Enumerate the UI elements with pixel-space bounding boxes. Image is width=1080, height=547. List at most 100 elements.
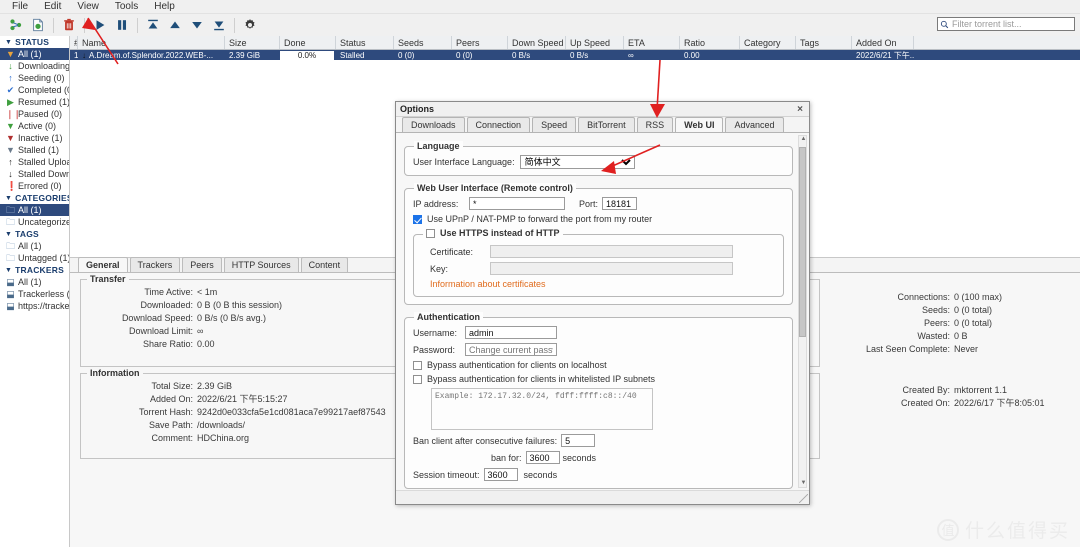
resize-grip-icon[interactable]: [799, 494, 808, 503]
sidebar-item-tag-all[interactable]: 🗀 All (1): [0, 240, 69, 252]
watermark-text: 什么值得买: [964, 521, 1070, 542]
sidebar-item-status-all[interactable]: ▼ All (1): [0, 48, 69, 60]
pause-button[interactable]: [111, 15, 133, 35]
tab-advanced[interactable]: Advanced: [725, 117, 784, 132]
table-row[interactable]: 1 ↓ A.Dream.of.Splendor.2022.WEB-... 2.3…: [70, 50, 1080, 60]
field-label: Time Active:: [144, 287, 193, 297]
column-header-done[interactable]: Done: [280, 36, 336, 49]
add-torrent-file-button[interactable]: [27, 15, 49, 35]
ban-failures-input[interactable]: [561, 434, 596, 447]
tab-trackers[interactable]: Trackers: [129, 257, 181, 272]
sidebar-item-tracker-all[interactable]: ⬓ All (1): [0, 276, 69, 288]
menu-item-view[interactable]: View: [69, 0, 107, 14]
sidebar-item-status-paused[interactable]: ❙❙ Paused (0): [0, 108, 69, 120]
sidebar-group-tags[interactable]: ▼ TAGS: [0, 228, 69, 240]
column-header-index[interactable]: #: [70, 36, 78, 49]
tab-rss[interactable]: RSS: [636, 117, 674, 132]
sidebar-item-status-completed[interactable]: ✔ Completed (0): [0, 84, 69, 96]
delete-button[interactable]: [58, 15, 80, 35]
bypass-subnets-checkbox[interactable]: [413, 374, 422, 384]
language-select[interactable]: 简体中文: [519, 155, 635, 169]
sidebar-item-category-all[interactable]: 🗀 All (1): [0, 204, 69, 216]
key-input[interactable]: [490, 262, 733, 275]
sidebar-item-status-seeding[interactable]: ↑ Seeding (0): [0, 72, 69, 84]
column-header-name[interactable]: Name: [78, 36, 225, 49]
menu-item-file[interactable]: File: [4, 0, 36, 14]
options-dialog-scrollbar[interactable]: ▲ ▼: [798, 135, 807, 488]
whitelisted-subnets-textarea[interactable]: [431, 388, 653, 430]
password-input[interactable]: [465, 343, 557, 356]
tab-downloads[interactable]: Downloads: [402, 117, 465, 132]
menu-item-help[interactable]: Help: [146, 0, 183, 14]
ip-address-input[interactable]: [469, 197, 565, 210]
sidebar-item-status-stalled-downloading[interactable]: ↓ Stalled Downlo...: [0, 168, 69, 180]
sidebar-item-status-stalled-uploading[interactable]: ↑ Stalled Uploadi...: [0, 156, 69, 168]
tab-connection[interactable]: Connection: [466, 117, 531, 132]
sidebar-item-status-stalled[interactable]: ▼ Stalled (1): [0, 144, 69, 156]
https-checkbox[interactable]: [426, 228, 435, 238]
tab-bittorrent[interactable]: BitTorrent: [578, 117, 635, 132]
sidebar-group-categories[interactable]: ▼ CATEGORIES: [0, 192, 69, 204]
sidebar-item-status-resumed[interactable]: ▶ Resumed (1): [0, 96, 69, 108]
ban-for-input[interactable]: [525, 451, 560, 464]
chevron-down-icon: ▼: [5, 194, 13, 202]
menu-item-tools[interactable]: Tools: [107, 0, 146, 14]
menu-item-edit[interactable]: Edit: [36, 0, 69, 14]
tab-web-ui[interactable]: Web UI: [675, 117, 724, 132]
certificate-input[interactable]: [490, 245, 733, 258]
scroll-up-arrow-icon[interactable]: ▲: [800, 136, 807, 143]
move-down-button[interactable]: [186, 15, 208, 35]
column-header-status[interactable]: Status: [336, 36, 394, 49]
move-up-button[interactable]: [164, 15, 186, 35]
tab-speed[interactable]: Speed: [532, 117, 577, 132]
resume-button[interactable]: [89, 15, 111, 35]
scroll-down-arrow-icon[interactable]: ▼: [800, 480, 807, 487]
column-header-tags[interactable]: Tags: [796, 36, 852, 49]
sidebar-item-category-uncategorized[interactable]: 🗀 Uncategorized (1): [0, 216, 69, 228]
options-dialog-titlebar[interactable]: Options ×: [396, 102, 809, 117]
cell-index: 1: [74, 50, 78, 60]
sidebar-group-trackers[interactable]: ▼ TRACKERS: [0, 264, 69, 276]
toolbar: Filter torrent list...: [0, 14, 1080, 36]
move-top-button[interactable]: [142, 15, 164, 35]
username-input[interactable]: [465, 326, 557, 339]
close-icon[interactable]: ×: [795, 104, 805, 115]
port-input[interactable]: [602, 197, 638, 210]
column-header-category[interactable]: Category: [740, 36, 796, 49]
sidebar-item-tag-untagged[interactable]: 🗀 Untagged (1): [0, 252, 69, 264]
sidebar-item-status-inactive[interactable]: ▼ Inactive (1): [0, 132, 69, 144]
column-header-peers[interactable]: Peers: [452, 36, 508, 49]
info-created-by: Created By: mktorrent 1.1: [824, 384, 1074, 397]
upnp-checkbox[interactable]: [413, 214, 422, 224]
sidebar-item-tracker-host[interactable]: ⬓ https://tracker.s...: [0, 300, 69, 312]
sidebar-item-status-errored[interactable]: ❗ Errored (0): [0, 180, 69, 192]
bypass-localhost-checkbox[interactable]: [413, 360, 422, 370]
column-header-ratio[interactable]: Ratio: [680, 36, 740, 49]
sidebar-group-status[interactable]: ▼ STATUS: [0, 36, 69, 48]
session-timeout-input[interactable]: [483, 468, 518, 481]
tab-content[interactable]: Content: [300, 257, 349, 272]
search-box[interactable]: Filter torrent list...: [937, 17, 1075, 31]
move-bottom-button[interactable]: [208, 15, 230, 35]
column-header-size[interactable]: Size: [225, 36, 280, 49]
column-header-eta[interactable]: ETA: [624, 36, 680, 49]
language-legend: Language: [414, 141, 463, 151]
column-header-down-speed[interactable]: Down Speed: [508, 36, 566, 49]
options-button[interactable]: [239, 15, 261, 35]
column-header-up-speed[interactable]: Up Speed: [566, 36, 624, 49]
search-icon: [940, 20, 949, 28]
certificates-info-link[interactable]: Information about certificates: [422, 279, 546, 289]
arrow-down-icon: ↓: [8, 169, 13, 179]
field-value: < 1m: [197, 287, 218, 297]
tab-peers[interactable]: Peers: [182, 257, 222, 272]
add-torrent-link-button[interactable]: [5, 15, 27, 35]
column-header-added-on[interactable]: Added On: [852, 36, 914, 49]
tab-http-sources[interactable]: HTTP Sources: [223, 257, 299, 272]
column-header-seeds[interactable]: Seeds: [394, 36, 452, 49]
sidebar-item-status-downloading[interactable]: ↓ Downloading (1): [0, 60, 69, 72]
toolbar-separator-4: [234, 17, 235, 33]
scrollbar-thumb[interactable]: [799, 147, 806, 337]
tab-general[interactable]: General: [78, 257, 128, 272]
sidebar-item-status-active[interactable]: ▼ Active (0): [0, 120, 69, 132]
sidebar-item-tracker-trackerless[interactable]: ⬓ Trackerless (0): [0, 288, 69, 300]
